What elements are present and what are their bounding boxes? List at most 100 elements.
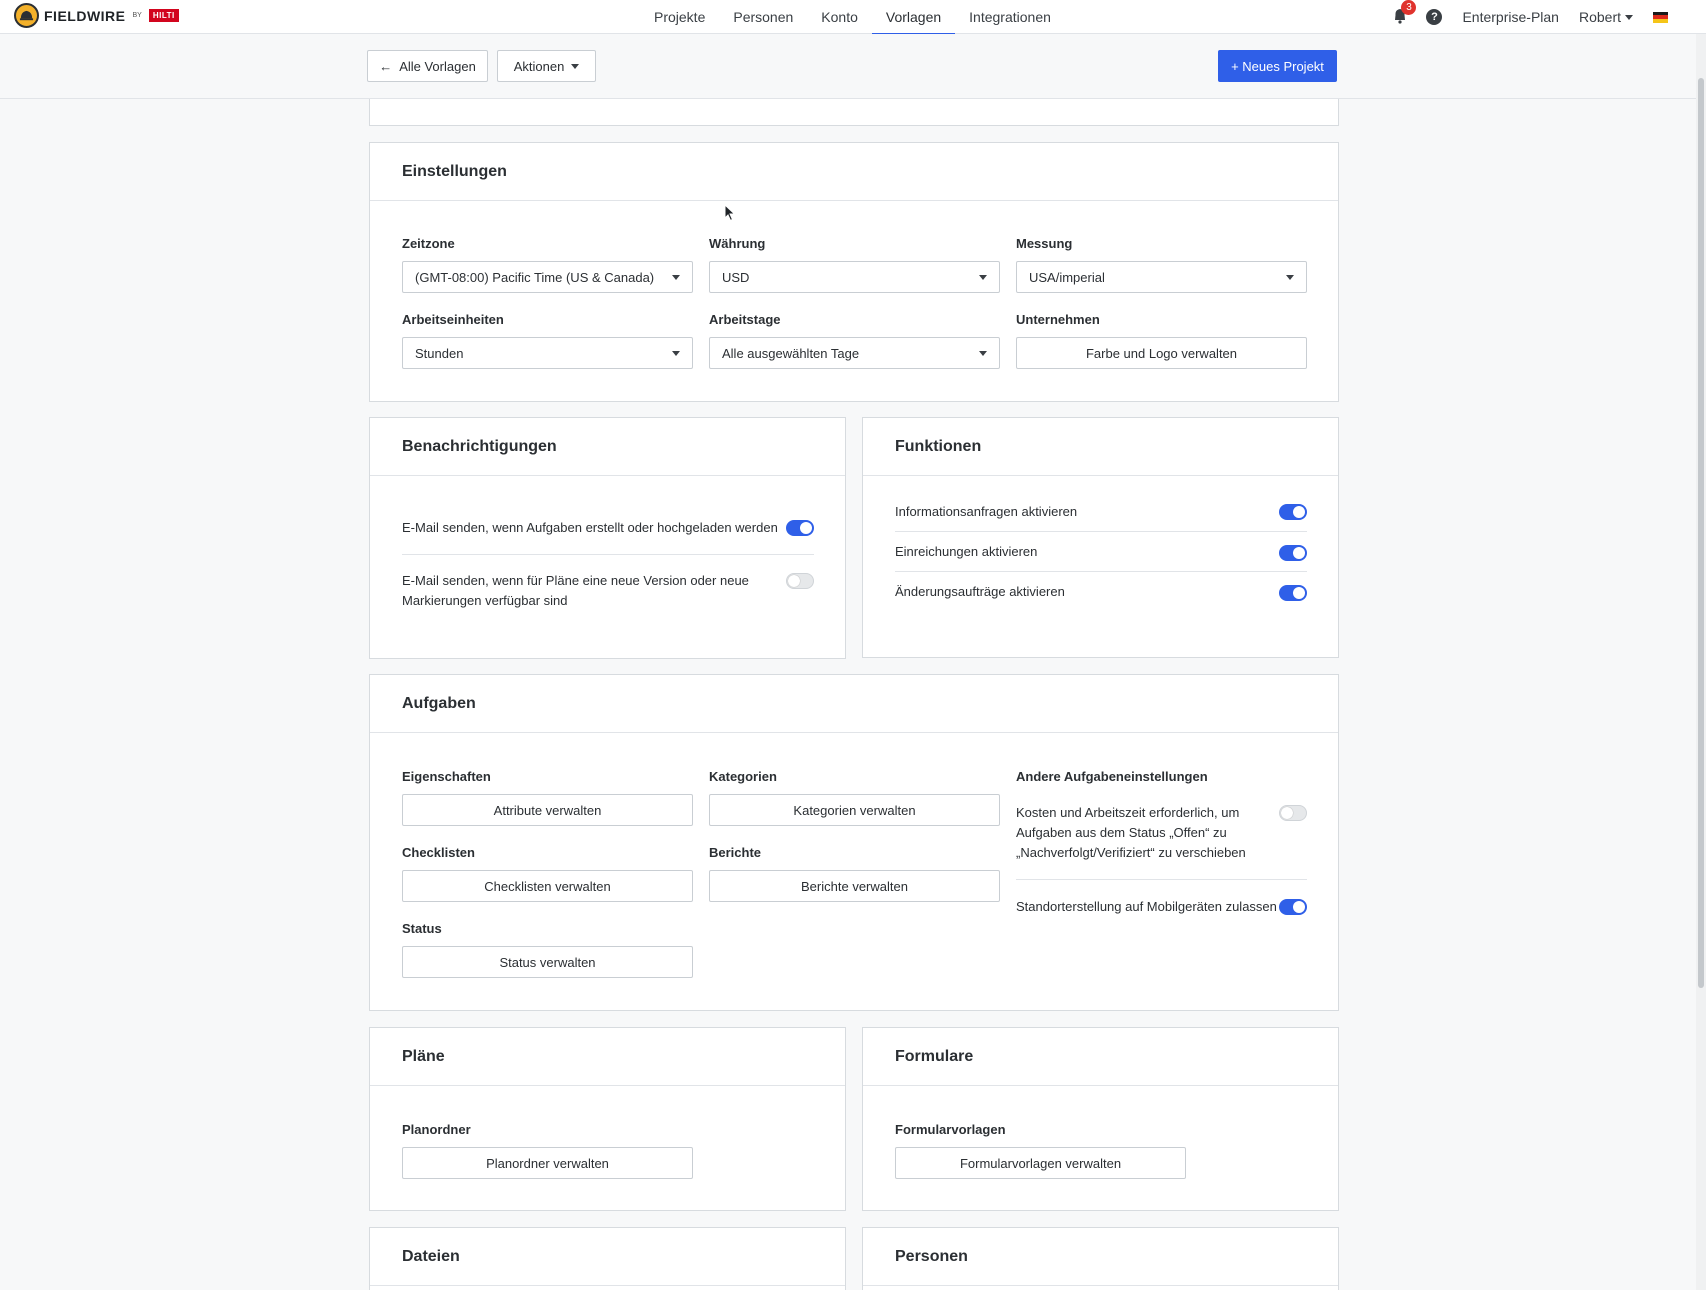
help-icon[interactable]: ? xyxy=(1426,9,1443,25)
plans-card: Pläne Planordner Planordner verwalten xyxy=(369,1027,846,1211)
actions-dropdown[interactable]: Aktionen xyxy=(497,50,596,82)
chevron-down-icon xyxy=(672,274,680,280)
cost-required-text-line1: Kosten und Arbeitszeit erforderlich, um xyxy=(1016,805,1240,820)
manage-plan-folders-button[interactable]: Planordner verwalten xyxy=(402,1147,693,1179)
page-toolbar: ← Alle Vorlagen Aktionen + Neues Projekt xyxy=(0,34,1696,99)
plan-link[interactable]: Enterprise-Plan xyxy=(1462,9,1559,25)
notification-tasks-text: E-Mail senden, wenn Aufgaben erstellt od… xyxy=(402,520,778,535)
nav-templates[interactable]: Vorlagen xyxy=(871,0,956,35)
mouse-cursor-icon xyxy=(724,204,736,222)
actions-label: Aktionen xyxy=(513,58,565,74)
features-card: Funktionen Informationsanfragen aktivier… xyxy=(862,417,1339,658)
chevron-down-icon xyxy=(672,350,680,356)
main-nav: Projekte Personen Konto Vorlagen Integra… xyxy=(640,0,1065,35)
plans-title: Pläne xyxy=(370,1028,845,1086)
cost-required-text-line3: „Nachverfolgt/Verifiziert“ zu verschiebe… xyxy=(1016,845,1246,860)
manage-form-templates-button[interactable]: Formularvorlagen verwalten xyxy=(895,1147,1186,1179)
files-title: Dateien xyxy=(370,1228,845,1286)
notification-plans-text-line1: E-Mail senden, wenn für Pläne eine neue … xyxy=(402,573,749,588)
brand-by: BY xyxy=(132,12,142,19)
notification-count-badge: 3 xyxy=(1401,0,1417,15)
chevron-down-icon xyxy=(571,63,580,69)
currency-label: Währung xyxy=(709,236,766,251)
forms-card: Formulare Formularvorlagen Formularvorla… xyxy=(862,1027,1339,1211)
measure-select[interactable]: USA/imperial xyxy=(1016,261,1307,293)
manage-reports-button[interactable]: Berichte verwalten xyxy=(709,870,1000,902)
nav-account[interactable]: Konto xyxy=(807,0,872,34)
settings-card: Einstellungen Zeitzone (GMT-08:00) Pacif… xyxy=(369,142,1339,402)
properties-label: Eigenschaften xyxy=(402,769,491,784)
feature-change-orders-text: Änderungsaufträge aktivieren xyxy=(895,584,1065,599)
timezone-select[interactable]: (GMT-08:00) Pacific Time (US & Canada) xyxy=(402,261,693,293)
categories-label: Kategorien xyxy=(709,769,777,784)
features-title: Funktionen xyxy=(863,418,1338,476)
forms-title: Formulare xyxy=(863,1028,1338,1086)
notification-plans-toggle[interactable] xyxy=(786,573,814,589)
helmet-icon xyxy=(14,3,39,28)
back-to-templates-button[interactable]: ← Alle Vorlagen xyxy=(367,50,488,82)
form-templates-label: Formularvorlagen xyxy=(895,1122,1006,1137)
status-label: Status xyxy=(402,921,442,936)
manage-status-button[interactable]: Status verwalten xyxy=(402,946,693,978)
mobile-location-toggle[interactable] xyxy=(1279,899,1307,915)
work-days-label: Arbeitstage xyxy=(709,312,781,327)
manage-attributes-button[interactable]: Attribute verwalten xyxy=(402,794,693,826)
timezone-label: Zeitzone xyxy=(402,236,455,251)
reports-label: Berichte xyxy=(709,845,762,860)
back-label: Alle Vorlagen xyxy=(399,58,476,74)
notifications-card: Benachrichtigungen E-Mail senden, wenn A… xyxy=(369,417,846,659)
notifications-title: Benachrichtigungen xyxy=(370,418,845,476)
tasks-card: Aufgaben Eigenschaften Attribute verwalt… xyxy=(369,674,1339,1011)
notifications-button[interactable]: 3 xyxy=(1392,0,1417,26)
chevron-down-icon xyxy=(979,274,987,280)
feature-change-orders-toggle[interactable] xyxy=(1279,585,1307,601)
fieldwire-logo[interactable]: FIELDWIRE BY HILTI xyxy=(14,3,179,28)
measure-label: Messung xyxy=(1016,236,1073,251)
settings-title: Einstellungen xyxy=(370,143,1338,201)
people-title: Personen xyxy=(863,1228,1338,1286)
divider xyxy=(1016,879,1307,880)
tasks-title: Aufgaben xyxy=(370,675,1338,733)
manage-checklists-button[interactable]: Checklisten verwalten xyxy=(402,870,693,902)
cost-required-toggle[interactable] xyxy=(1279,805,1307,821)
currency-value: USD xyxy=(722,269,750,285)
user-name: Robert xyxy=(1578,9,1621,25)
divider xyxy=(402,554,814,555)
page-scrollbar[interactable] xyxy=(1696,34,1706,1290)
manage-categories-button[interactable]: Kategorien verwalten xyxy=(709,794,1000,826)
people-card: Personen xyxy=(862,1227,1339,1290)
notification-tasks-toggle[interactable] xyxy=(786,520,814,536)
feature-submittals-toggle[interactable] xyxy=(1279,545,1307,561)
user-menu[interactable]: Robert xyxy=(1579,9,1633,25)
checklists-label: Checklisten xyxy=(402,845,475,860)
measure-value: USA/imperial xyxy=(1029,269,1105,285)
chevron-down-icon xyxy=(1286,274,1294,280)
scrollbar-thumb[interactable] xyxy=(1698,78,1704,988)
feature-submittals-text: Einreichungen aktivieren xyxy=(895,544,1038,559)
work-units-value: Stunden xyxy=(415,345,464,361)
cost-required-text-line2: Aufgaben aus dem Status „Offen“ zu xyxy=(1016,825,1227,840)
timezone-value: (GMT-08:00) Pacific Time (US & Canada) xyxy=(415,269,655,285)
mobile-location-text: Standorterstellung auf Mobilgeräten zula… xyxy=(1016,899,1277,914)
notification-plans-text-line2: Markierungen verfügbar sind xyxy=(402,593,568,608)
divider xyxy=(895,531,1307,532)
arrow-left-icon: ← xyxy=(379,58,393,74)
nav-people[interactable]: Personen xyxy=(719,0,807,34)
feature-rfi-toggle[interactable] xyxy=(1279,504,1307,520)
nav-projects[interactable]: Projekte xyxy=(640,0,719,34)
chevron-down-icon xyxy=(979,350,987,356)
work-units-select[interactable]: Stunden xyxy=(402,337,693,369)
nav-integrations[interactable]: Integrationen xyxy=(955,0,1065,34)
work-days-select[interactable]: Alle ausgewählten Tage xyxy=(709,337,1000,369)
work-days-value: Alle ausgewählten Tage xyxy=(722,345,860,361)
files-card: Dateien xyxy=(369,1227,846,1290)
new-project-button[interactable]: + Neues Projekt xyxy=(1218,50,1337,82)
previous-section-card xyxy=(369,99,1339,126)
feature-rfi-text: Informationsanfragen aktivieren xyxy=(895,504,1078,519)
manage-color-logo-button[interactable]: Farbe und Logo verwalten xyxy=(1016,337,1307,369)
work-units-label: Arbeitseinheiten xyxy=(402,312,504,327)
flag-de-icon[interactable] xyxy=(1653,11,1668,23)
company-label: Unternehmen xyxy=(1016,312,1100,327)
currency-select[interactable]: USD xyxy=(709,261,1000,293)
hilti-logo: HILTI xyxy=(148,9,179,22)
